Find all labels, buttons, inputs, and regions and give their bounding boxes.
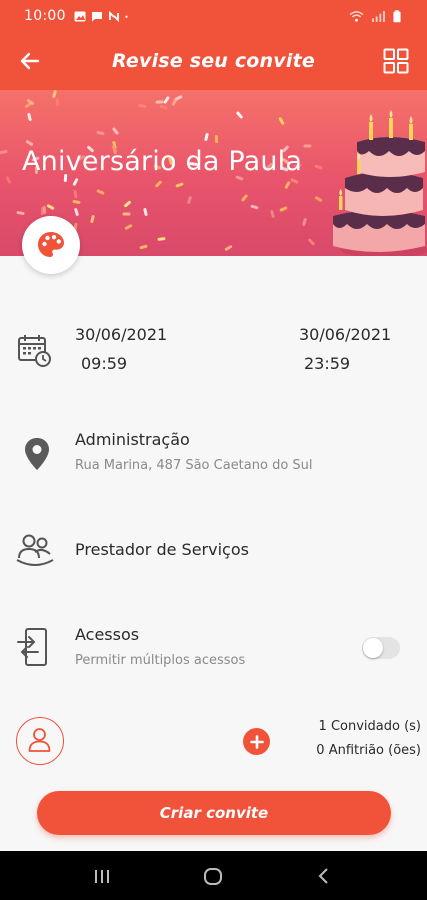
page-title: Revise seu convite	[112, 50, 315, 72]
toggle-knob	[363, 638, 383, 658]
confetti-piece	[111, 126, 120, 136]
confetti-piece	[186, 195, 193, 205]
confetti-piece	[163, 95, 170, 105]
confetti-piece	[290, 178, 299, 184]
message-icon	[91, 11, 102, 21]
wifi-icon	[349, 10, 364, 22]
access-subtitle: Permitir múltiplos acessos	[75, 653, 246, 668]
service-title[interactable]: Prestador de Serviços	[75, 540, 249, 559]
confetti-piece	[301, 217, 308, 227]
confetti-piece	[55, 97, 60, 107]
confetti-piece	[171, 97, 178, 107]
device-transfer-icon	[17, 628, 47, 666]
end-time[interactable]: 23:59	[304, 354, 350, 373]
confetti-piece	[138, 103, 147, 109]
confetti-piece	[5, 175, 12, 185]
calendar-clock-icon	[18, 335, 51, 367]
user-icon	[28, 728, 51, 752]
home-icon[interactable]	[202, 865, 224, 887]
hosts-count: 0 Anfitrião (ões)	[316, 743, 421, 758]
image-icon	[74, 11, 86, 21]
confetti-piece	[42, 205, 47, 215]
confetti-piece	[139, 244, 148, 250]
guests-count: 1 Convidado (s)	[318, 719, 421, 734]
confetti-piece	[72, 177, 79, 187]
end-date[interactable]: 30/06/2021	[299, 325, 391, 344]
confetti-piece	[143, 207, 148, 217]
confetti-piece	[314, 164, 323, 170]
status-time: 10:00	[24, 8, 66, 24]
confetti-piece	[303, 144, 312, 148]
confetti-piece	[27, 112, 32, 122]
arrow-left-icon[interactable]	[16, 48, 44, 74]
start-date[interactable]: 30/06/2021	[75, 325, 167, 344]
grid-icon[interactable]	[383, 48, 409, 74]
location-pin-icon	[25, 438, 49, 470]
dot-icon	[125, 15, 128, 18]
event-title: Aniversário da Paula	[22, 146, 303, 177]
recents-icon[interactable]	[91, 865, 113, 887]
confetti-piece	[284, 180, 291, 190]
confetti-piece	[90, 214, 95, 224]
theme-palette-button[interactable]	[22, 216, 80, 274]
app-bar: Revise seu convite	[0, 32, 427, 90]
confetti-piece	[250, 204, 259, 210]
add-guest-button[interactable]	[243, 728, 270, 755]
status-left-icons	[74, 10, 131, 22]
guest-avatar[interactable]	[16, 717, 64, 765]
signal-icon	[372, 10, 385, 22]
palette-icon	[38, 232, 64, 257]
confetti-piece	[314, 195, 323, 203]
confetti-piece	[204, 132, 209, 142]
confetti-piece	[159, 104, 168, 110]
status-right-icons	[349, 9, 401, 23]
people-icon	[16, 534, 54, 566]
confetti-piece	[224, 244, 233, 252]
battery-icon	[393, 9, 401, 22]
confetti-piece	[16, 210, 25, 216]
status-bar: 10:00	[0, 0, 427, 32]
location-address: Rua Marina, 487 São Caetano do Sul	[75, 458, 313, 473]
confetti-piece	[46, 203, 55, 211]
system-nav-bar	[0, 851, 427, 900]
confetti-piece	[278, 116, 285, 126]
confetti-piece	[269, 209, 276, 219]
multiple-access-toggle[interactable]	[362, 637, 400, 659]
confetti-piece	[73, 207, 80, 217]
confetti-piece	[154, 180, 163, 188]
confetti-piece	[123, 200, 132, 208]
confetti-piece	[72, 199, 81, 205]
plus-icon	[249, 734, 264, 749]
confetti-piece	[96, 130, 105, 136]
nfc-icon	[108, 10, 119, 22]
confetti-piece	[214, 134, 219, 144]
confetti-piece	[157, 237, 166, 241]
confetti-piece	[240, 193, 249, 203]
confetti-piece	[307, 238, 316, 246]
confetti-piece	[175, 182, 184, 188]
confetti-piece	[73, 189, 78, 199]
confetti-piece	[96, 189, 105, 195]
create-invite-button[interactable]: Criar convite	[37, 791, 391, 835]
confetti-piece	[124, 223, 133, 231]
confetti-piece	[235, 111, 244, 119]
confetti-piece	[0, 149, 8, 155]
birthday-cake-illustration	[333, 110, 427, 256]
confetti-piece	[279, 206, 288, 212]
start-time[interactable]: 09:59	[81, 354, 127, 373]
confetti-piece	[122, 212, 131, 216]
access-title: Acessos	[75, 625, 140, 644]
location-title[interactable]: Administração	[75, 430, 190, 449]
back-icon[interactable]	[313, 865, 335, 887]
